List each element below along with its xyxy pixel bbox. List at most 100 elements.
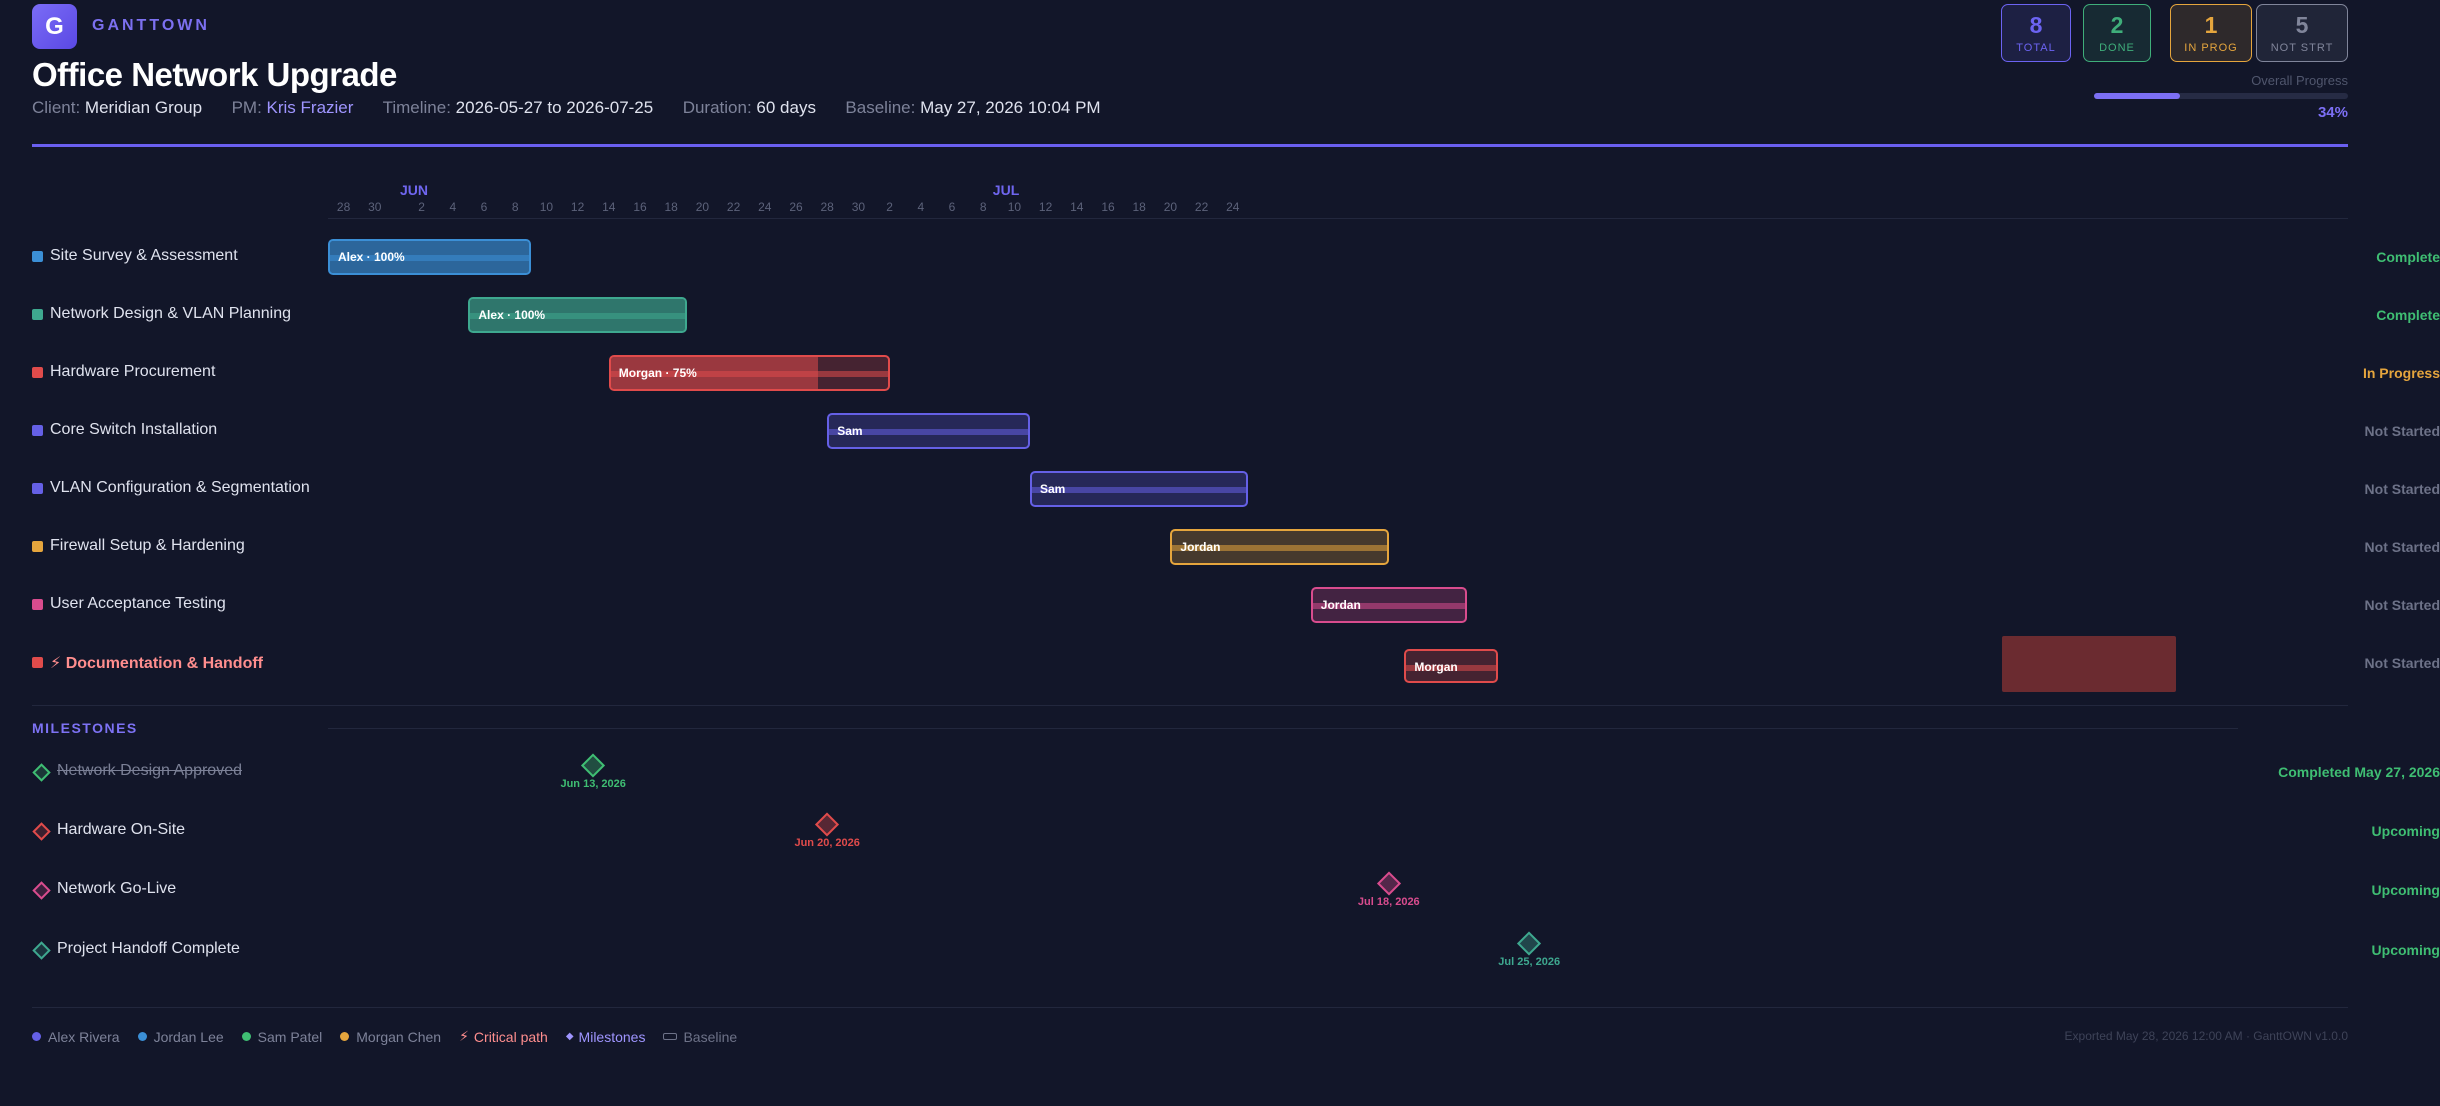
footer-divider — [32, 1007, 2348, 1008]
legend-dot-icon — [241, 1032, 251, 1041]
day-tick: 22 — [726, 200, 741, 214]
day-tick: 26 — [789, 200, 803, 214]
day-tick: 18 — [1132, 200, 1146, 214]
day-tick: 4 — [917, 200, 925, 214]
day-tick: 8 — [979, 200, 987, 214]
milestone-marker[interactable] — [581, 753, 606, 778]
legend-item: Alex Rivera — [32, 1029, 120, 1045]
task-color-swatch — [32, 251, 43, 262]
task-status: Not Started — [2364, 655, 2440, 671]
milestone-status: Completed May 27, 2026 — [2278, 764, 2440, 780]
day-tick: 14 — [1070, 200, 1084, 214]
day-tick: 6 — [948, 200, 956, 214]
timeline-label: Timeline: — [382, 98, 451, 117]
day-tick: 6 — [480, 200, 488, 214]
milestone-status: Upcoming — [2371, 942, 2440, 958]
task-status: Complete — [2376, 249, 2440, 265]
task-bar-label: Morgan — [1414, 660, 1458, 674]
legend: Alex Rivera Jordan Lee Sam Patel Morgan Che… — [32, 1028, 755, 1045]
day-tick: 2 — [418, 200, 425, 214]
task-bar-label: Sam — [1040, 482, 1066, 496]
day-tick: 24 — [758, 200, 772, 214]
task-name[interactable]: Core Switch Installation — [50, 421, 217, 439]
task-name[interactable]: User Acceptance Testing — [50, 595, 226, 613]
legend-item: Baseline — [663, 1029, 737, 1045]
task-row[interactable] — [0, 290, 2440, 348]
task-name[interactable]: Network Design & VLAN Planning — [50, 305, 291, 323]
day-tick: 8 — [511, 200, 519, 214]
axis-divider — [328, 218, 2348, 219]
milestone-diamond-icon — [32, 881, 51, 900]
task-row[interactable] — [0, 638, 2440, 696]
day-tick: 16 — [1101, 200, 1115, 214]
task-status: Not Started — [2364, 539, 2440, 555]
milestone-name[interactable]: Network Go-Live — [57, 880, 176, 898]
task-name[interactable]: Site Survey & Assessment — [50, 247, 238, 265]
task-row[interactable] — [0, 348, 2440, 406]
task-name-text: Network Design & VLAN Planning — [50, 305, 292, 322]
task-status: Not Started — [2364, 481, 2440, 497]
progress-label: Overall Progress — [2251, 73, 2348, 88]
month-label: JUN — [400, 182, 429, 198]
task-bar[interactable]: Alex · 100% — [328, 239, 531, 275]
task-bar[interactable]: Jordan — [1170, 529, 1389, 565]
task-color-swatch — [32, 309, 43, 320]
milestone-marker[interactable] — [815, 812, 840, 837]
milestone-name[interactable]: Project Handoff Complete — [57, 940, 240, 958]
task-name[interactable]: VLAN Configuration & Segmentation — [50, 479, 310, 497]
task-name[interactable]: Firewall Setup & Hardening — [50, 537, 245, 555]
task-row[interactable] — [0, 406, 2440, 464]
day-tick: 22 — [1194, 200, 1209, 214]
task-name-text: Hardware Procurement — [50, 363, 216, 380]
legend-item: Sam Patel — [241, 1029, 322, 1045]
legend-item: ◆ Milestones — [566, 1029, 646, 1045]
task-name[interactable]: ⚡ Documentation & Handoff — [50, 653, 263, 673]
milestone-marker[interactable] — [1517, 931, 1542, 956]
day-tick: 24 — [1226, 200, 1240, 214]
client-value: Meridian Group — [84, 98, 203, 117]
task-bar[interactable]: Sam — [1030, 471, 1249, 507]
legend-label: Critical path — [473, 1028, 548, 1045]
stat-label: TOTAL — [2016, 41, 2056, 54]
milestone-date: Jun 13, 2026 — [560, 778, 626, 790]
day-tick: 30 — [368, 200, 382, 214]
legend-dot-icon — [32, 1032, 41, 1041]
milestone-name[interactable]: Network Design Approved — [57, 762, 242, 780]
page-title: Office Network Upgrade — [32, 56, 397, 93]
milestone-marker[interactable] — [1376, 871, 1401, 896]
stat-card-not-strt: 5 NOT STRT — [2256, 4, 2348, 62]
task-color-swatch — [32, 483, 43, 494]
task-bar-label: Jordan — [1320, 598, 1361, 612]
pm-label: PM: — [231, 98, 262, 117]
task-name-text: User Acceptance Testing — [50, 595, 226, 612]
task-name[interactable]: Hardware Procurement — [50, 363, 215, 381]
progress-percent: 34% — [2317, 104, 2348, 121]
baseline-value: May 27, 2026 10:04 PM — [920, 98, 1101, 117]
stat-card-total: 8 TOTAL — [2001, 4, 2071, 62]
day-tick: 28 — [820, 200, 834, 214]
milestone-name[interactable]: Hardware On-Site — [57, 821, 185, 839]
timeline-value: 2026-05-27 to 2026-07-25 — [455, 98, 654, 117]
day-tick: 12 — [1038, 200, 1053, 214]
day-tick: 14 — [602, 200, 616, 214]
export-info: Exported May 28, 2026 12:00 AM · GanttOW… — [2064, 1029, 2348, 1043]
legend-label: Milestones — [578, 1028, 646, 1045]
task-bar[interactable]: Alex · 100% — [468, 297, 687, 333]
bolt-icon: ⚡ — [459, 1028, 469, 1044]
task-row[interactable] — [0, 580, 2440, 638]
milestone-date: Jul 18, 2026 — [1357, 896, 1420, 908]
milestone-diamond-icon — [32, 941, 51, 960]
pm-value[interactable]: Kris Frazier — [267, 98, 354, 117]
tasks-divider — [32, 705, 2348, 706]
duration-value: 60 days — [756, 98, 816, 117]
task-bar[interactable]: Jordan — [1310, 587, 1467, 623]
task-color-swatch — [32, 425, 43, 436]
task-bar[interactable]: Morgan — [1404, 649, 1498, 683]
legend-label: Alex Rivera — [48, 1028, 120, 1045]
legend-label: Morgan Chen — [356, 1028, 442, 1045]
task-bar[interactable]: Sam — [827, 413, 1030, 449]
legend-dot-icon — [137, 1032, 147, 1041]
app-logo: G — [32, 4, 77, 49]
task-status: Complete — [2376, 307, 2440, 323]
task-bar[interactable]: Morgan · 75% — [608, 355, 890, 391]
